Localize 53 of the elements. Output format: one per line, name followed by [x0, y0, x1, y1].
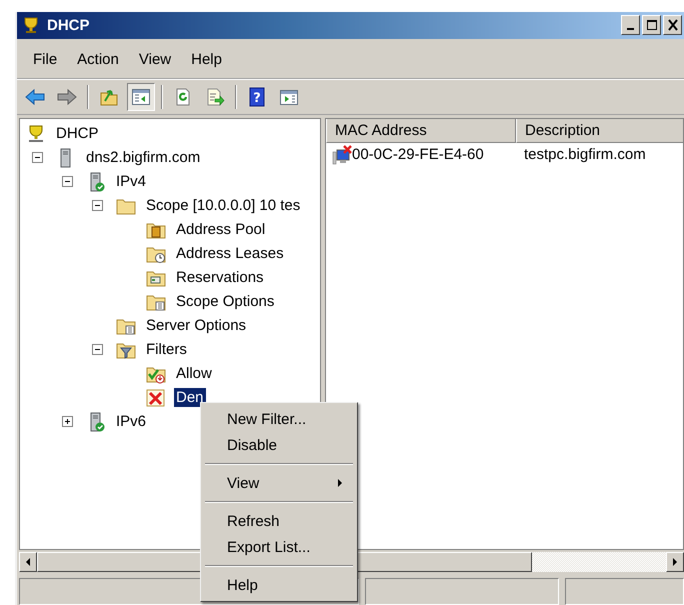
menu-item[interactable]: Disable — [203, 432, 355, 458]
right-arrow-icon — [671, 557, 679, 568]
submenu-item[interactable]: View — [203, 470, 355, 496]
menu-item[interactable]: Export List... — [203, 534, 355, 560]
tree-item[interactable]: Server Options — [144, 316, 248, 336]
document-arrow-icon — [205, 86, 225, 107]
minimize-icon — [627, 28, 634, 30]
menu-item[interactable]: File — [23, 49, 68, 70]
menu-item[interactable]: New Filter... — [203, 406, 355, 432]
tree-item[interactable]: Scope [10.0.0.0] 10 tes — [144, 196, 302, 216]
menu-item[interactable]: Help — [181, 49, 232, 70]
close-icon — [666, 19, 680, 32]
menu-item[interactable]: View — [128, 49, 182, 70]
tree-item[interactable]: Allow — [174, 364, 214, 384]
tree-item[interactable]: Scope Options — [174, 292, 276, 312]
table-cell-text: testpc.bigfirm.com — [523, 146, 647, 164]
collapse-icon[interactable] — [92, 200, 103, 212]
collapse-icon[interactable] — [62, 176, 73, 188]
collapse-icon[interactable] — [92, 344, 103, 356]
minimize-button[interactable] — [621, 15, 640, 36]
menu-item[interactable]: Help — [203, 572, 355, 598]
table-cell: 00-0C-29-FE-E4-60 — [352, 146, 484, 164]
collapse-icon[interactable] — [32, 152, 43, 164]
maximize-icon — [644, 19, 658, 32]
pane-icon — [131, 86, 151, 107]
maximize-button[interactable] — [642, 15, 661, 36]
tree-item[interactable]: Filters — [144, 340, 189, 360]
forward-arrow-icon — [57, 86, 77, 107]
menu-item[interactable]: Action — [67, 49, 129, 70]
tree-item[interactable]: Address Pool — [174, 220, 268, 240]
tree-item[interactable]: Address Leases — [174, 244, 286, 264]
tree-item[interactable]: Den — [174, 388, 206, 408]
scroll-right-button[interactable] — [666, 552, 684, 572]
column-header[interactable]: MAC Address — [326, 118, 516, 143]
help-button[interactable]: ? — [243, 82, 271, 111]
cross-icon — [146, 388, 166, 408]
close-button[interactable] — [663, 15, 682, 36]
menu-item[interactable]: Refresh — [203, 508, 355, 534]
tree-button[interactable] — [127, 82, 155, 111]
back-arrow-icon — [25, 86, 45, 107]
tree-item[interactable]: DHCP — [54, 124, 101, 144]
help-icon: ? — [247, 86, 267, 107]
left-arrow-icon — [24, 557, 32, 568]
window-title: DHCP — [47, 16, 91, 34]
tree-item[interactable]: Reservations — [174, 268, 266, 288]
trophy-icon — [26, 124, 46, 144]
tree-item[interactable]: IPv4 — [114, 172, 148, 192]
submenu-arrow-icon — [337, 478, 343, 488]
expand-icon[interactable] — [62, 416, 73, 428]
column-header[interactable]: Description — [516, 118, 683, 143]
tree-item[interactable]: dns2.bigfirm.com — [84, 148, 202, 168]
scroll-left-button[interactable] — [19, 552, 37, 572]
tree-item[interactable]: IPv6 — [114, 412, 148, 432]
